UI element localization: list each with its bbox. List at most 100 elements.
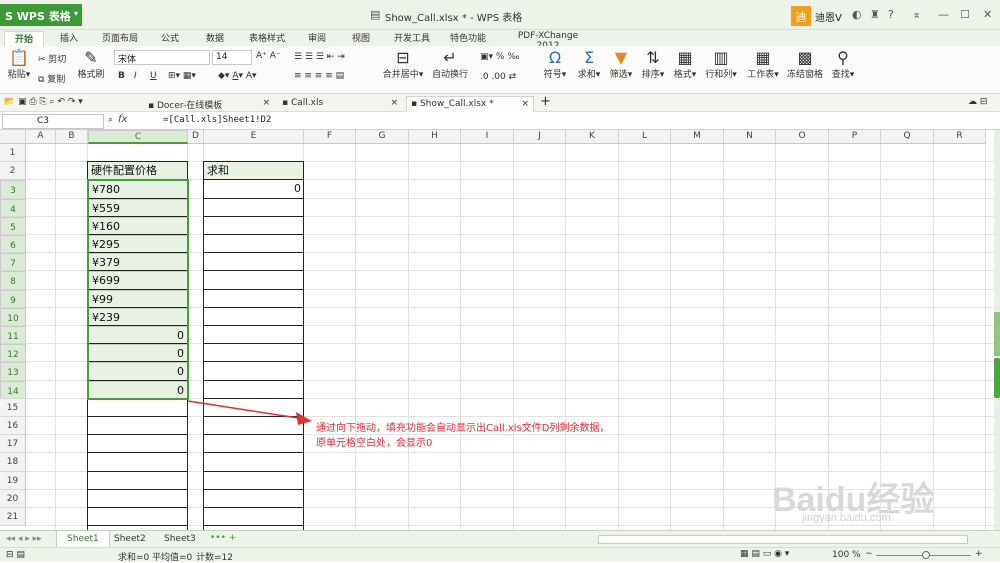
binoculars-icon: ⚲ — [837, 48, 849, 67]
filter-button[interactable]: ▼ 筛选▾ — [606, 48, 636, 81]
quick-access-icons[interactable]: 📂 ▣ ⎙ ⎘ ⌕ ↶ ↷ ▾ — [4, 97, 83, 107]
annotation-line-1: 通过向下拖动，填充功能会自动显示出Call.xls文件D列剩余数据， — [316, 423, 610, 434]
status-average: 平均值=0 — [152, 553, 193, 563]
app-menu-button[interactable]: S WPS 表格 ▾ — [0, 4, 82, 26]
ribbon-tabs: 开始 插入 页面布局 公式 数据 表格样式 审阅 视图 开发工具 特色功能 PD… — [0, 30, 1000, 51]
close-icon[interactable]: ✕ — [983, 8, 992, 21]
align-top-icon[interactable]: ☰ ☰ ☰ ⇤ ⇥ — [294, 52, 345, 62]
underline-button[interactable]: U — [150, 71, 157, 81]
close-icon[interactable]: × — [521, 99, 529, 109]
paste-button[interactable]: 📋 粘贴▾ — [4, 49, 34, 81]
doc-tab-call[interactable]: ▪ Call.xls × — [278, 96, 402, 112]
formula-input[interactable]: =[Call.xls]Sheet1!D2 — [163, 115, 271, 125]
tab-review[interactable]: 审阅 — [302, 31, 332, 46]
sheet-tab-3[interactable]: Sheet3 — [154, 531, 206, 548]
number-format-icon[interactable]: ▣▾ % ‰ — [480, 52, 519, 62]
help-icon[interactable]: ? — [888, 8, 894, 21]
format-painter-button[interactable]: ✎ 格式刷 — [76, 49, 106, 81]
worksheet-button[interactable]: ▦ 工作表▾ — [743, 48, 783, 81]
copy-label: 复制 — [47, 75, 66, 85]
sort-button[interactable]: ⇅ 排序▾ — [638, 49, 668, 81]
tab-data[interactable]: 数据 — [200, 31, 230, 46]
find-button[interactable]: ⚲ 查找▾ — [828, 48, 858, 81]
minimize-icon[interactable]: — — [938, 8, 949, 21]
formula-bar: C3 ⌕ fx =[Call.xls]Sheet1!D2 — [0, 113, 1000, 130]
freeze-panes-label: 冻结窗格 — [786, 70, 823, 80]
merge-center-label: 合并居中 — [382, 70, 419, 80]
collapse-ribbon-icon[interactable]: ⌅ — [912, 8, 921, 21]
worksheet-label: 工作表 — [747, 70, 775, 80]
watermark-sub: jingyan.baidu.com — [802, 512, 891, 524]
annotation-arrow — [187, 400, 312, 425]
doc-tab-docer-label: Docer-在线模板 — [156, 101, 223, 111]
view-mode-icons[interactable]: ▦ ▤ ▭ ◉ ▾ — [740, 549, 789, 559]
status-count: 计数=12 — [196, 553, 233, 563]
doc-tab-docer[interactable]: ▪ Docer-在线模板 × — [144, 96, 274, 112]
format-icon: ▦ — [677, 48, 693, 67]
baidu-watermark: Baidu经验 jingyan.baidu.com — [772, 472, 972, 532]
filter-label: 筛选 — [609, 70, 628, 80]
horizontal-scrollbar[interactable] — [598, 535, 968, 544]
sheet-tab-2[interactable]: Sheet2 — [104, 531, 156, 548]
merge-center-button[interactable]: ⊟ 合并居中▾ — [380, 49, 426, 81]
doc-tab-show-call[interactable]: ▪ Show_Call.xlsx * × — [406, 96, 534, 112]
name-box[interactable]: C3 — [2, 114, 104, 129]
font-size-select[interactable]: 14 — [212, 50, 252, 65]
sum-label: 求和 — [577, 70, 596, 80]
worksheet-icon: ▦ — [755, 48, 771, 67]
user-name[interactable]: 迪恩V — [815, 9, 842, 24]
decimal-icon[interactable]: .0 .00 ⇄ — [480, 72, 516, 82]
tab-page-layout[interactable]: 页面布局 — [98, 31, 142, 46]
add-sheet-icon[interactable]: ••• + — [210, 533, 236, 543]
cloud-icon[interactable]: ☁ ⊟ — [968, 97, 987, 107]
zoom-slider-thumb[interactable] — [922, 551, 930, 559]
vertical-scroll-thumb[interactable] — [994, 358, 1000, 398]
rowcol-icon: ▥ — [713, 48, 729, 67]
docer-icon: ▪ — [148, 101, 157, 111]
new-tab-icon[interactable]: + — [540, 94, 551, 109]
wps-logo-icon: S — [5, 10, 17, 23]
tab-insert[interactable]: 插入 — [52, 31, 86, 46]
fx-icon[interactable]: fx — [118, 114, 127, 125]
spreadsheet-grid[interactable]: ABCDEFGHIJKLMNOPQR 1 2 3 4 5 6 7 8 9 10 11 12 13 14 15… — [0, 130, 994, 530]
tab-table-style[interactable]: 表格样式 — [245, 31, 289, 46]
tab-home[interactable]: 开始 — [4, 31, 44, 46]
cut-button[interactable]: ✂ 剪切 — [38, 52, 66, 65]
tab-formula[interactable]: 公式 — [155, 31, 185, 46]
row-col-button[interactable]: ▥ 行和列▾ — [703, 48, 739, 81]
tab-pdf-xchange[interactable]: PDF-XChange 2012 — [505, 31, 591, 51]
wrap-text-label: 自动换行 — [431, 70, 468, 80]
tab-features[interactable]: 特色功能 — [446, 31, 490, 46]
avatar[interactable]: 迪 — [791, 6, 811, 26]
chevron-down-icon: ▾ — [73, 9, 78, 18]
app-name: WPS 表格 — [16, 10, 71, 23]
font-name-select[interactable]: 宋体 — [114, 50, 210, 65]
wrap-text-button[interactable]: ↵ 自动换行 — [430, 49, 470, 81]
doc-tab-call-label: Call.xls — [290, 98, 324, 108]
shirt-icon[interactable]: ♜ — [870, 8, 880, 21]
zoom-out-icon[interactable]: − — [865, 549, 873, 559]
freeze-panes-button[interactable]: ▩ 冻结窗格 — [785, 49, 825, 81]
zoom-in-icon[interactable]: + — [975, 549, 983, 559]
tab-view[interactable]: 视图 — [346, 31, 376, 46]
maximize-icon[interactable]: ☐ — [960, 8, 970, 21]
funnel-icon: ▼ — [614, 48, 628, 67]
fill-color-icon[interactable]: ◆▾ A▾ A▾ — [218, 71, 257, 81]
sum-button[interactable]: Σ 求和▾ — [574, 49, 604, 81]
sheet-tab-1[interactable]: Sheet1 — [56, 531, 110, 548]
bold-button[interactable]: B — [118, 71, 125, 81]
skin-icon[interactable]: ◐ — [852, 8, 862, 21]
symbol-button[interactable]: Ω 符号▾ — [540, 49, 570, 81]
tab-developer[interactable]: 开发工具 — [390, 31, 434, 46]
grow-font-icon[interactable]: A⁺ A⁻ — [256, 51, 281, 61]
zoom-icon[interactable]: ⌕ — [108, 115, 113, 125]
sheet-nav-icons[interactable]: ◂◂ ◂ ▸ ▸▸ — [6, 534, 42, 544]
annotation-text: 通过向下拖动，填充功能会自动显示出Call.xls文件D列剩余数据， 原单元格空… — [316, 421, 609, 451]
border-icon[interactable]: ⊞▾ ▦▾ — [168, 71, 196, 81]
italic-button[interactable]: I — [134, 71, 137, 81]
close-icon[interactable]: × — [262, 98, 270, 108]
copy-button[interactable]: ⧉ 复制 — [38, 72, 65, 85]
format-button[interactable]: ▦ 格式▾ — [670, 48, 700, 81]
close-icon[interactable]: × — [390, 98, 398, 108]
align-left-icon[interactable]: ≡ ≡ ≡ ≡ ▤ — [294, 71, 344, 81]
